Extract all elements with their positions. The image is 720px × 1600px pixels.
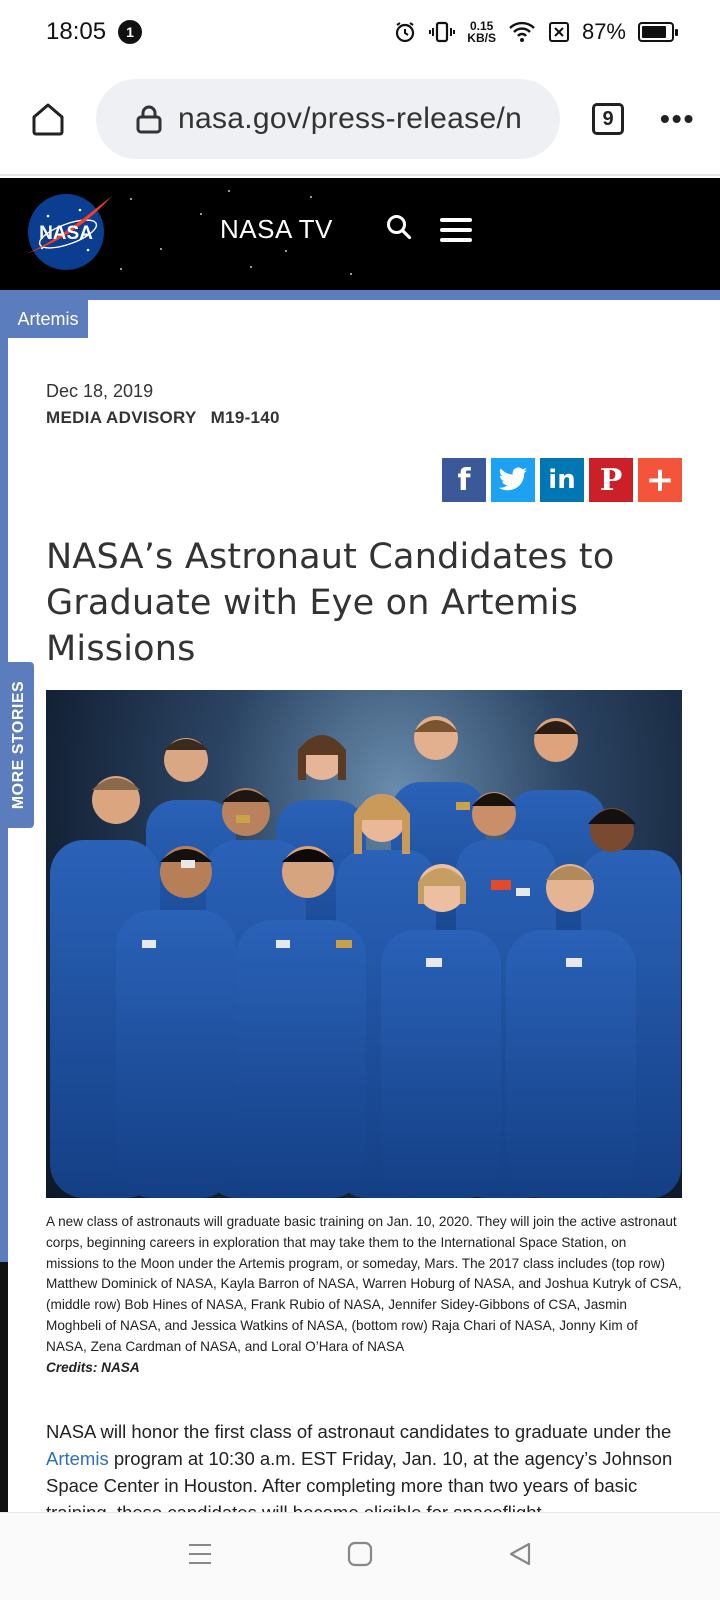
- speed-unit: KB/S: [467, 31, 496, 45]
- pinterest-share-button[interactable]: P: [589, 458, 633, 502]
- lock-icon: [136, 105, 162, 134]
- status-time: 18:05: [46, 18, 107, 45]
- body-text-start: NASA will honor the first class of astro…: [46, 1421, 672, 1442]
- more-menu-button[interactable]: •••: [660, 103, 695, 135]
- hamburger-icon[interactable]: [440, 218, 472, 242]
- home-button[interactable]: [24, 95, 72, 143]
- back-icon: [509, 1542, 531, 1566]
- tabs-button[interactable]: 9: [592, 103, 624, 135]
- linkedin-icon: in: [548, 465, 576, 495]
- release-number: M19-140: [210, 408, 280, 427]
- system-nav-bar: [0, 1512, 720, 1600]
- twitter-share-button[interactable]: [491, 458, 535, 502]
- home-square-icon: [347, 1541, 373, 1567]
- alarm-icon: [393, 20, 417, 44]
- notification-badge: 1: [118, 20, 143, 44]
- browser-toolbar: nasa.gov/press-release/n 9 •••: [0, 64, 720, 176]
- share-buttons: f in P +: [442, 458, 682, 502]
- vibrate-icon: [429, 20, 456, 44]
- left-dark-rail: [0, 1262, 8, 1512]
- article-body: NASA will honor the first class of astro…: [46, 1418, 686, 1526]
- astronaut-class-photo[interactable]: [46, 690, 682, 1198]
- back-button[interactable]: [507, 1541, 533, 1572]
- nasa-tv-link[interactable]: NASA TV: [220, 214, 333, 245]
- accent-band: [0, 290, 720, 300]
- wifi-icon: [508, 21, 536, 43]
- address-bar[interactable]: nasa.gov/press-release/n: [96, 79, 560, 159]
- release-type: MEDIA ADVISORY: [46, 408, 197, 427]
- more-stories-tab[interactable]: MORE STORIES: [4, 662, 34, 828]
- search-icon: [387, 215, 412, 240]
- caption-text: A new class of astronauts will graduate …: [46, 1214, 682, 1354]
- home-nav-button[interactable]: [347, 1541, 373, 1572]
- category-tag-artemis[interactable]: Artemis: [8, 300, 88, 338]
- url-text: nasa.gov/press-release/n: [178, 102, 523, 135]
- battery-percent: 87%: [581, 19, 626, 44]
- recents-icon: [189, 1544, 211, 1564]
- battery-level: [642, 26, 667, 38]
- battery-icon: [638, 22, 678, 42]
- pinterest-icon: P: [599, 462, 623, 498]
- article-date: Dec 18, 2019: [46, 381, 154, 401]
- twitter-icon: [498, 467, 527, 491]
- photo-caption: A new class of astronauts will graduate …: [46, 1212, 682, 1378]
- network-speed: 0.15 KB/S: [467, 20, 496, 44]
- svg-text:NASA: NASA: [39, 223, 93, 244]
- photo-credits: Credits: NASA: [46, 1359, 140, 1375]
- facebook-icon: f: [457, 462, 471, 498]
- more-share-button[interactable]: +: [638, 458, 682, 502]
- sim-off-icon: [548, 21, 570, 43]
- facebook-share-button[interactable]: f: [442, 458, 486, 502]
- status-bar: 18:05 1 0.15 KB/S 87%: [0, 0, 720, 64]
- more-stories-label: MORE STORIES: [10, 680, 28, 810]
- search-button[interactable]: [386, 214, 412, 245]
- linkedin-share-button[interactable]: in: [540, 458, 584, 502]
- nasa-logo[interactable]: NASA: [18, 188, 114, 272]
- article-headline: NASA’s Astronaut Candidates to Graduate …: [46, 537, 615, 669]
- group-portrait: [50, 716, 681, 1198]
- recents-button[interactable]: [187, 1541, 213, 1572]
- artemis-link[interactable]: Artemis: [46, 1448, 109, 1469]
- site-header: NASA NASA TV: [0, 178, 720, 290]
- home-icon: [32, 103, 64, 136]
- plus-icon: +: [645, 460, 675, 500]
- advisory-line: MEDIA ADVISORY M19-140: [46, 408, 280, 428]
